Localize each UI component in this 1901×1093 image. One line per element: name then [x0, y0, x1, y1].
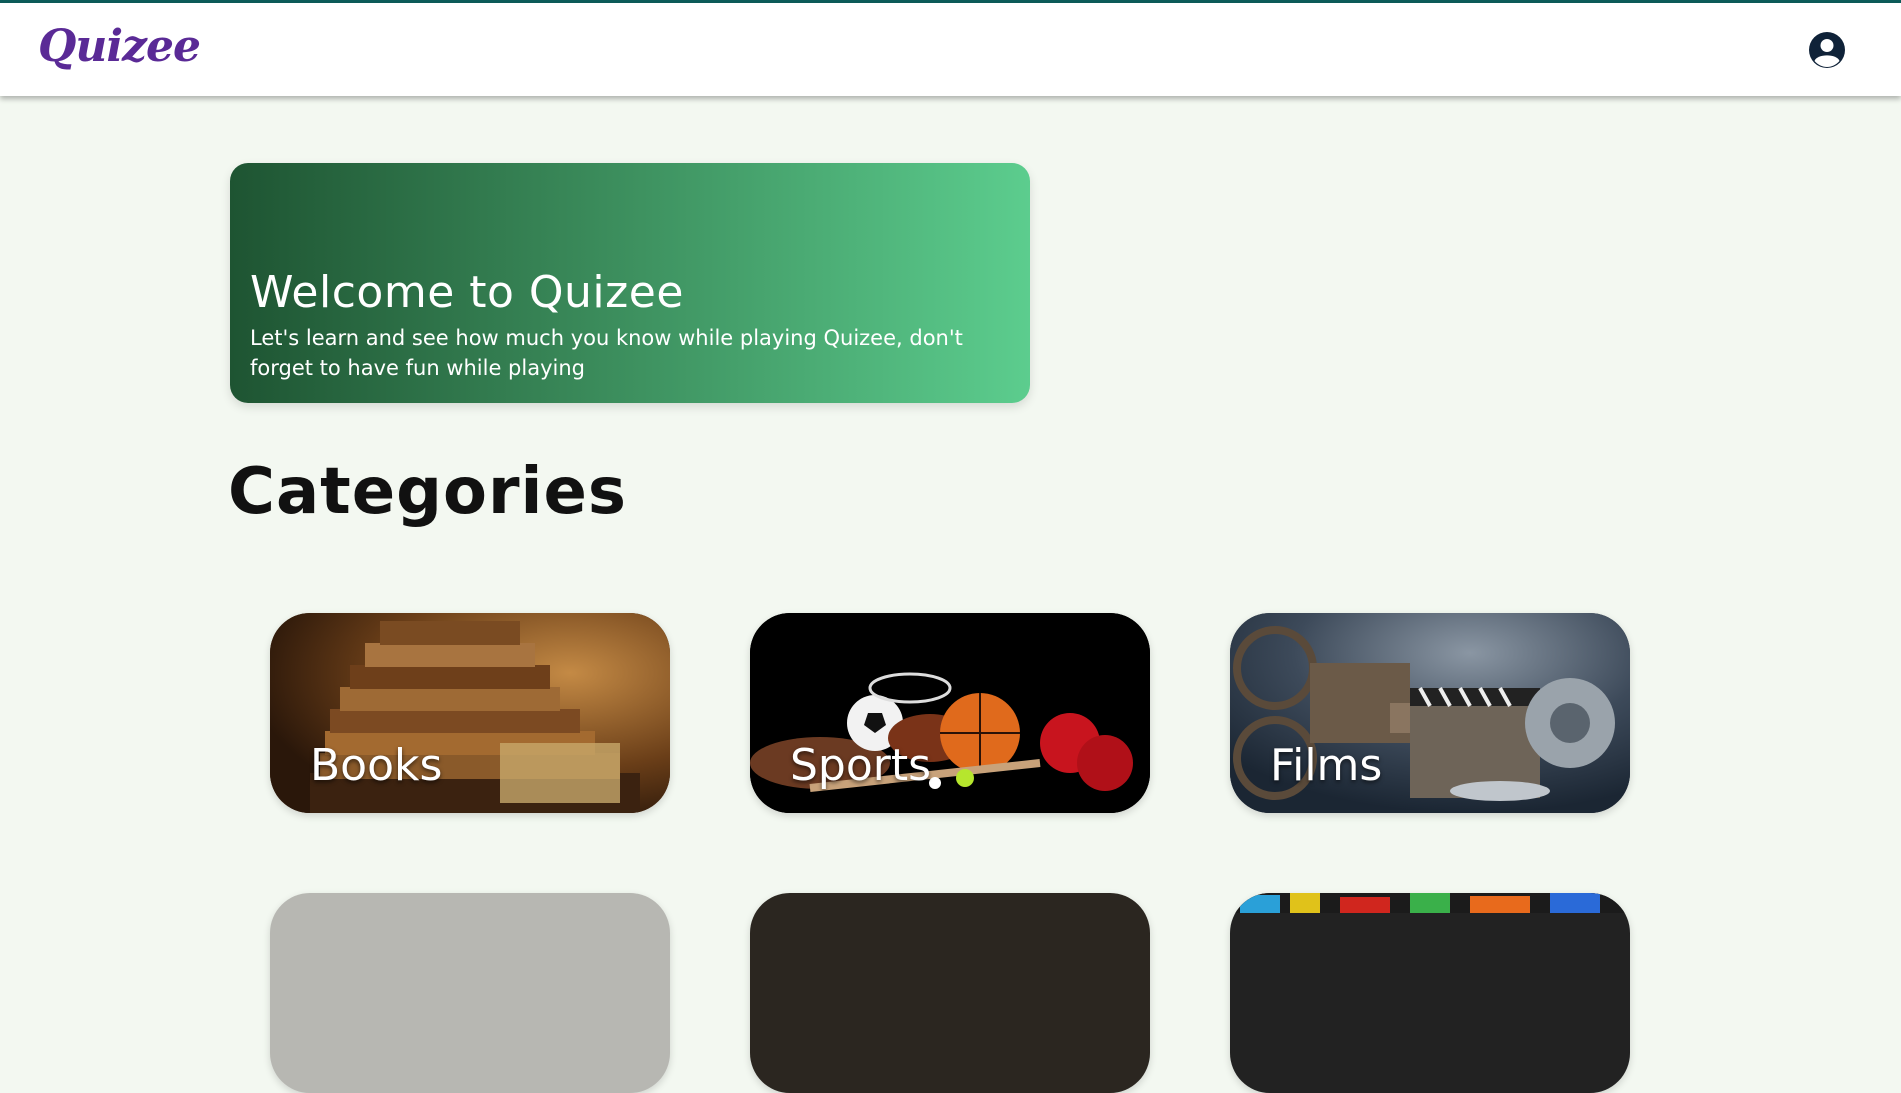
- profile-button[interactable]: [1808, 31, 1846, 69]
- welcome-title: Welcome to Quizee: [250, 267, 684, 318]
- app-logo[interactable]: Quizee: [38, 21, 201, 72]
- category-label: Books: [310, 740, 443, 791]
- category-label: Films: [1270, 740, 1383, 791]
- category-card-sports[interactable]: Sports: [750, 613, 1150, 813]
- category-card-films[interactable]: Films: [1230, 613, 1630, 813]
- comics-image: [1230, 893, 1630, 913]
- welcome-subtitle: Let's learn and see how much you know wh…: [250, 326, 963, 380]
- category-card-books[interactable]: Books: [270, 613, 670, 813]
- categories-heading: Categories: [228, 455, 627, 529]
- user-circle-icon: [1809, 32, 1845, 68]
- category-card-row2-2[interactable]: [750, 893, 1150, 1093]
- navbar: Quizee: [0, 3, 1901, 96]
- category-card-row2-3[interactable]: [1230, 893, 1630, 1093]
- category-card-row2-1[interactable]: [270, 893, 670, 1093]
- welcome-banner: Welcome to Quizee Let's learn and see ho…: [230, 163, 1030, 403]
- category-label: Sports: [790, 740, 932, 791]
